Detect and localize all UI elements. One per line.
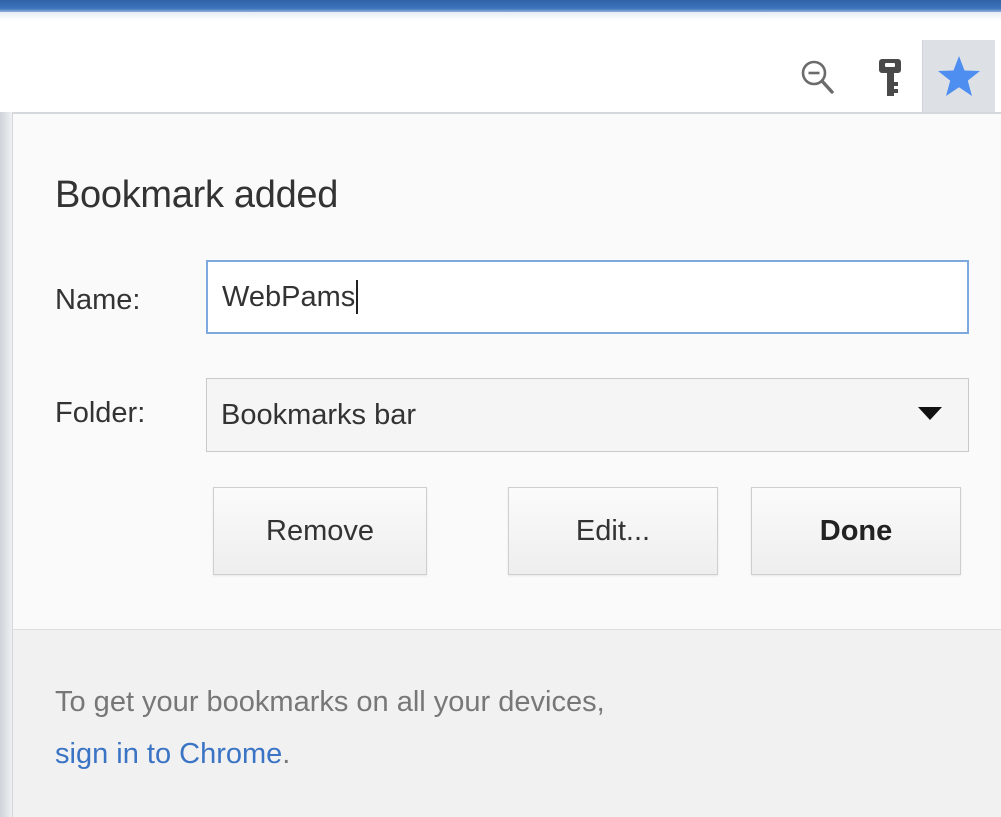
window-frame — [0, 0, 1001, 12]
page-content-edge — [0, 112, 12, 817]
browser-window: Bookmark added Name: WebPams Folder: Boo… — [0, 0, 1001, 817]
text-caret — [356, 280, 359, 314]
bookmark-bubble: Bookmark added Name: WebPams Folder: Boo… — [12, 112, 1001, 817]
name-input[interactable]: WebPams — [206, 260, 969, 334]
folder-label: Folder: — [55, 397, 146, 429]
omnibox-area — [0, 20, 1001, 110]
sync-promo-text: To get your bookmarks on all your device… — [55, 686, 605, 718]
sign-in-link[interactable]: sign in to Chrome — [55, 738, 282, 770]
edit-button[interactable]: Edit... — [508, 487, 718, 575]
bubble-title: Bookmark added — [55, 174, 339, 216]
folder-select[interactable]: Bookmarks bar — [206, 378, 969, 452]
remove-button[interactable]: Remove — [213, 487, 427, 575]
name-label: Name: — [55, 284, 141, 316]
name-input-value: WebPams — [222, 280, 356, 313]
bookmark-star-icon[interactable] — [922, 40, 995, 112]
dropdown-arrow-icon — [918, 407, 942, 420]
folder-select-value: Bookmarks bar — [221, 398, 417, 431]
done-button[interactable]: Done — [751, 487, 961, 575]
sync-promo-period: . — [282, 738, 291, 770]
sync-promo: To get your bookmarks on all your device… — [13, 629, 1001, 817]
key-icon[interactable] — [868, 54, 912, 102]
sync-promo-line-2: sign in to Chrome. — [55, 738, 290, 771]
zoom-out-icon[interactable] — [796, 56, 840, 100]
frame-shadow — [0, 12, 1001, 20]
